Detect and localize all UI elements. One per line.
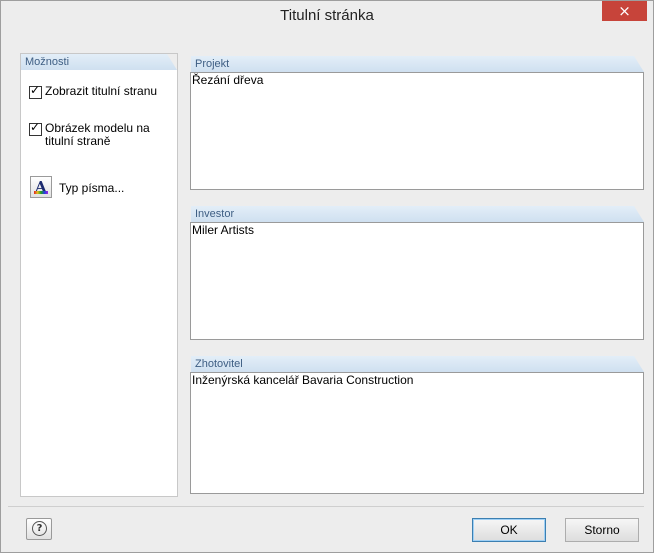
color-bar <box>34 191 48 194</box>
show-title-page-label: Zobrazit titulní stranu <box>45 84 158 98</box>
font-button[interactable]: A <box>30 176 52 198</box>
ok-button[interactable]: OK <box>472 518 546 542</box>
model-image-label-line2: titulní straně <box>45 134 111 148</box>
font-button-label: Typ písma... <box>59 181 125 195</box>
project-field[interactable]: Řezání dřeva <box>190 72 644 190</box>
footer-divider <box>8 506 644 507</box>
checkmark-icon: ✓ <box>30 83 41 97</box>
show-title-page-checkbox-row[interactable]: ✓ Zobrazit titulní stranu <box>29 83 158 99</box>
model-image-label: Obrázek modelu na titulní straně <box>45 122 150 148</box>
checkmark-icon: ✓ <box>30 120 41 134</box>
model-image-checkbox-row[interactable]: ✓ Obrázek modelu na titulní straně <box>29 120 150 148</box>
help-icon: ? <box>32 521 47 536</box>
close-button[interactable]: × <box>602 1 647 21</box>
options-header: Možnosti <box>21 54 177 70</box>
title-bar: Titulní stránka × <box>1 1 653 30</box>
investor-header: Investor <box>191 206 644 222</box>
contractor-field[interactable]: Inženýrská kancelář Bavaria Construction <box>190 372 644 494</box>
options-panel <box>20 53 178 497</box>
show-title-page-checkbox[interactable]: ✓ <box>29 83 42 99</box>
contractor-header: Zhotovitel <box>191 356 644 372</box>
cancel-button[interactable]: Storno <box>565 518 639 542</box>
help-button[interactable]: ? <box>26 518 52 540</box>
project-header: Projekt <box>191 56 644 72</box>
investor-field[interactable]: Miler Artists <box>190 222 644 340</box>
window-title: Titulní stránka <box>280 7 374 24</box>
model-image-checkbox[interactable]: ✓ <box>29 120 42 136</box>
